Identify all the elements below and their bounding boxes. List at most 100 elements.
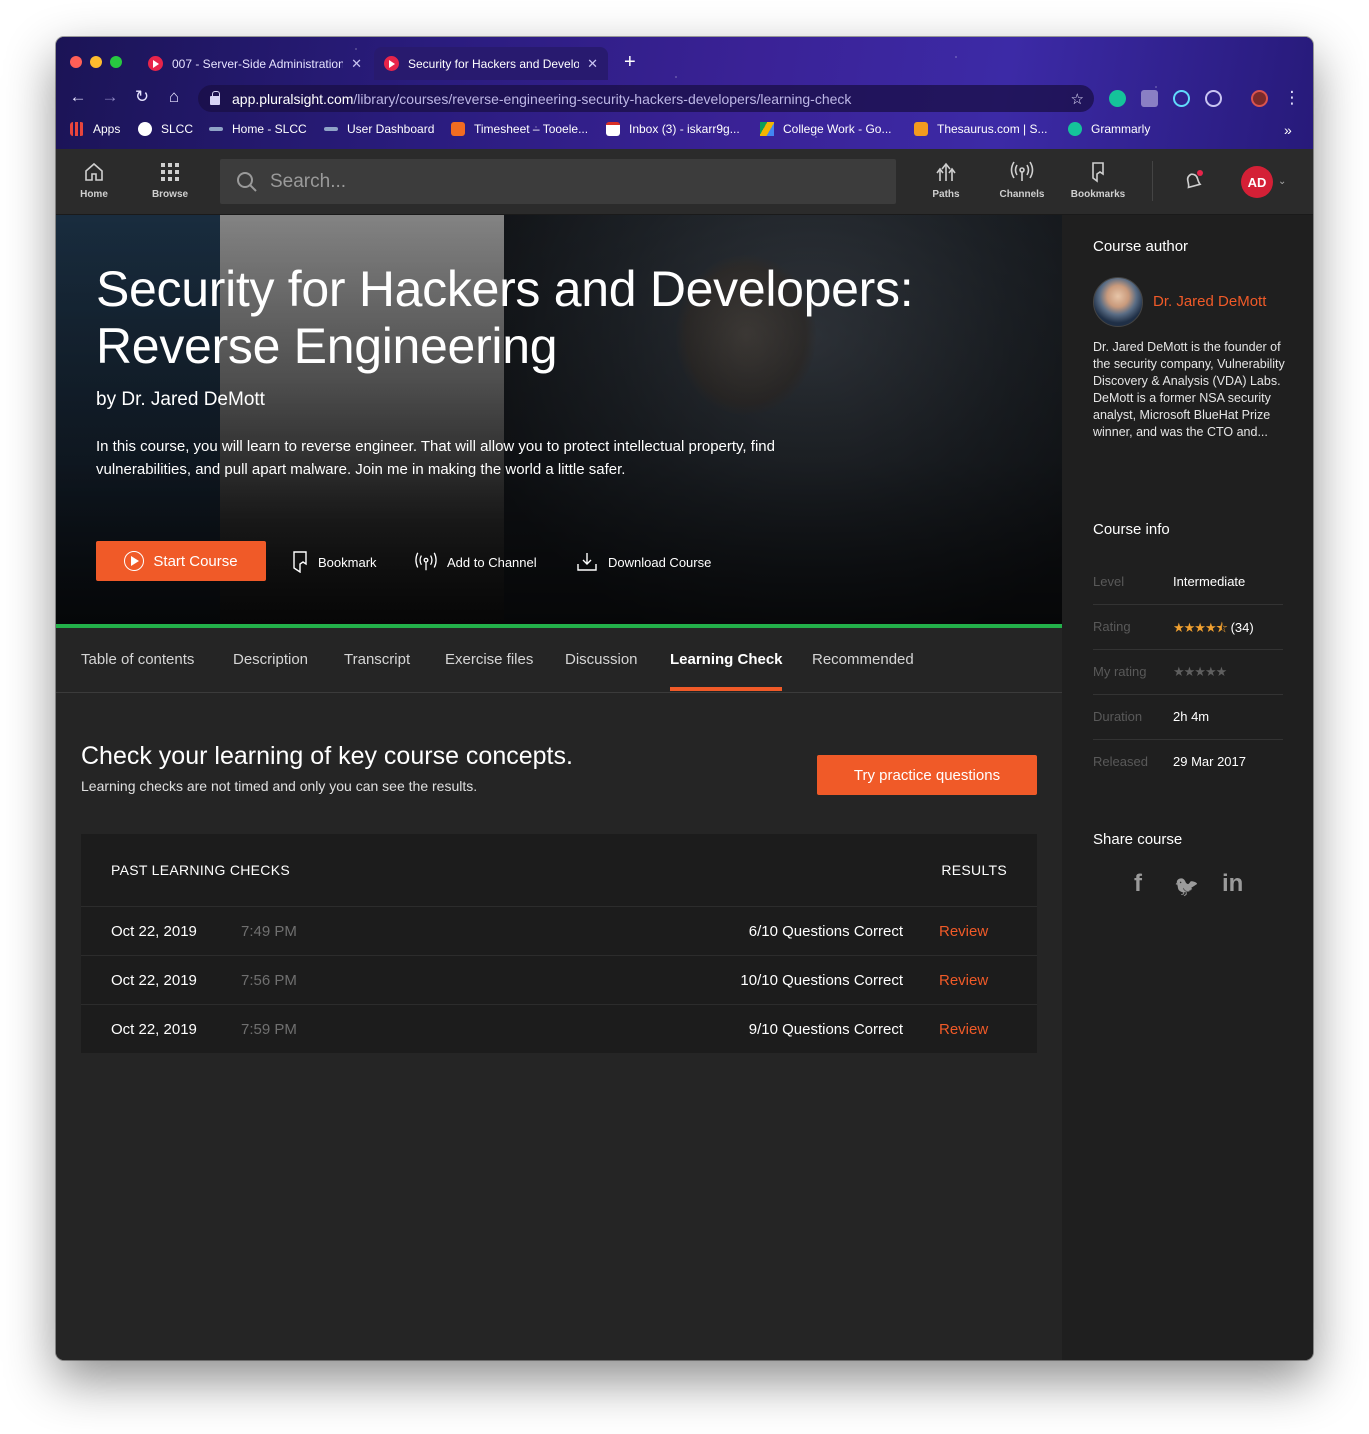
back-icon[interactable]: ←: [67, 87, 89, 107]
bookmark-user-dashboard[interactable]: User Dashboard: [324, 122, 434, 136]
review-link[interactable]: Review: [939, 923, 988, 940]
nav-home-label: Home: [80, 189, 108, 200]
download-course-label: Download Course: [608, 554, 712, 570]
tab-recommended[interactable]: Recommended: [812, 651, 914, 668]
bookmark-home-slcc[interactable]: Home - SLCC: [209, 122, 307, 136]
tab-discussion[interactable]: Discussion: [565, 651, 638, 668]
nav-channels[interactable]: Channels: [987, 161, 1057, 200]
info-label: My rating: [1093, 664, 1147, 679]
author-heading: Course author: [1093, 238, 1189, 255]
browser-tab[interactable]: 007 - Server-Side Administration ✕: [138, 47, 372, 80]
course-info-heading: Course info: [1093, 521, 1170, 538]
bookmark-inbox[interactable]: Inbox (3) - iskarr9g...: [606, 122, 740, 136]
author-name-link[interactable]: Dr. Jared DeMott: [1153, 293, 1266, 310]
home-icon: [85, 162, 103, 181]
search-input[interactable]: Search...: [220, 159, 896, 204]
zoom-window-button[interactable]: [110, 56, 122, 68]
author-avatar[interactable]: [1093, 277, 1143, 327]
info-value: 2h 4m: [1173, 709, 1210, 724]
minimize-window-button[interactable]: [90, 56, 102, 68]
address-bar[interactable]: app.pluralsight.com/library/courses/reve…: [198, 85, 1094, 112]
check-time: 7:56 PM: [241, 972, 297, 989]
table-row: Oct 22, 2019 7:49 PM 6/10 Questions Corr…: [81, 906, 1037, 955]
tab-exercise-files[interactable]: Exercise files: [445, 651, 533, 668]
review-link[interactable]: Review: [939, 1021, 988, 1038]
grammarly-icon: [1068, 122, 1082, 136]
start-course-label: Start Course: [153, 552, 238, 570]
nav-browse-label: Browse: [151, 189, 189, 200]
learning-check-subtitle: Learning checks are not timed and only y…: [81, 778, 478, 794]
share-heading: Share course: [1093, 831, 1183, 848]
bookmark-label: Timesheet – Tooele...: [474, 122, 589, 136]
info-row-duration: Duration 2h 4m: [1093, 695, 1283, 740]
review-link[interactable]: Review: [939, 972, 988, 989]
tab-transcript[interactable]: Transcript: [344, 651, 410, 668]
channels-icon: [1010, 161, 1034, 181]
react-devtools-icon[interactable]: [1173, 90, 1190, 107]
thesaurus-icon: [914, 122, 928, 136]
check-result: 9/10 Questions Correct: [748, 1021, 903, 1038]
bookmark-grammarly[interactable]: Grammarly: [1068, 122, 1150, 136]
bookmark-label: College Work - Go...: [783, 122, 892, 136]
nav-browse[interactable]: Browse: [135, 161, 205, 200]
add-to-channel-label: Add to Channel: [447, 554, 537, 570]
home-browser-icon[interactable]: ⌂: [163, 87, 185, 107]
twitter-icon[interactable]: 🐦: [1174, 874, 1199, 899]
download-course-button[interactable]: Download Course: [576, 551, 711, 573]
close-window-button[interactable]: [70, 56, 82, 68]
bookmark-apps[interactable]: Apps: [70, 122, 120, 136]
browser-tab-active[interactable]: Security for Hackers and Developers ✕: [374, 47, 608, 80]
bookmark-label: Thesaurus.com | S...: [937, 122, 1048, 136]
nav-home[interactable]: Home: [59, 161, 129, 200]
close-tab-icon[interactable]: ✕: [587, 56, 598, 72]
extension-icon[interactable]: [1205, 90, 1222, 107]
profile-icon[interactable]: [1251, 90, 1268, 107]
info-row-my-rating: My rating ★★★★★: [1093, 650, 1283, 695]
nav-channels-label: Channels: [999, 189, 1045, 200]
avatar[interactable]: AD: [1241, 166, 1273, 198]
harvest-icon: [451, 122, 465, 136]
forward-icon[interactable]: →: [99, 87, 121, 107]
bookmark-label: Apps: [93, 122, 121, 136]
nav-paths[interactable]: Paths: [911, 161, 981, 200]
add-to-channel-button[interactable]: Add to Channel: [415, 551, 537, 573]
new-tab-icon[interactable]: +: [624, 51, 636, 74]
notifications-button[interactable]: [1181, 169, 1205, 198]
info-value: Intermediate: [1173, 574, 1246, 589]
ublock-extension-icon[interactable]: [1141, 90, 1158, 107]
nav-bookmarks[interactable]: Bookmarks: [1063, 161, 1133, 200]
linkedin-icon[interactable]: in: [1222, 870, 1243, 898]
bookmark-timesheet[interactable]: Timesheet – Tooele...: [451, 122, 588, 136]
start-course-button[interactable]: Start Course: [96, 541, 266, 581]
bookmark-thesaurus[interactable]: Thesaurus.com | S...: [914, 122, 1048, 136]
top-navigation: Home Browse Search... Paths Channels Boo…: [56, 149, 1313, 215]
info-row-rating: Rating ★★★★⯪ (34): [1093, 605, 1283, 650]
reload-icon[interactable]: ↻: [131, 87, 153, 107]
grammarly-extension-icon[interactable]: [1109, 90, 1126, 107]
more-bookmarks-icon[interactable]: »: [1284, 122, 1292, 138]
tab-learning-check[interactable]: Learning Check: [670, 651, 783, 668]
course-byline: by Dr. Jared DeMott: [96, 389, 265, 410]
bookmark-college-work[interactable]: College Work - Go...: [760, 122, 891, 136]
facebook-icon[interactable]: f: [1134, 870, 1142, 898]
browser-menu-icon[interactable]: ⋮: [1281, 88, 1303, 108]
info-value: 29 Mar 2017: [1173, 754, 1246, 769]
chevron-down-icon[interactable]: ⌄: [1278, 176, 1286, 187]
bookmark-star-icon[interactable]: ☆: [1071, 90, 1084, 108]
check-result: 10/10 Questions Correct: [740, 972, 903, 989]
bookmark-slcc[interactable]: SLCC: [138, 122, 193, 136]
my-rating-stars[interactable]: ★★★★★: [1173, 664, 1227, 680]
close-tab-icon[interactable]: ✕: [351, 56, 362, 72]
tab-description[interactable]: Description: [233, 651, 308, 668]
course-sidebar: Course author Dr. Jared DeMott Dr. Jared…: [1062, 215, 1313, 1360]
browser-chrome: 007 - Server-Side Administration ✕ Secur…: [56, 37, 1313, 149]
learning-check-panel: Check your learning of key course concep…: [56, 693, 1062, 1360]
tab-table-of-contents[interactable]: Table of contents: [81, 651, 194, 668]
apps-grid-icon: [70, 122, 84, 136]
rating-count: (34): [1230, 620, 1254, 635]
bookmark-button[interactable]: Bookmark: [292, 551, 377, 573]
check-date: Oct 22, 2019: [111, 972, 197, 989]
search-placeholder: Search...: [270, 170, 347, 192]
try-practice-questions-button[interactable]: Try practice questions: [817, 755, 1037, 795]
gmail-icon: [606, 122, 620, 136]
